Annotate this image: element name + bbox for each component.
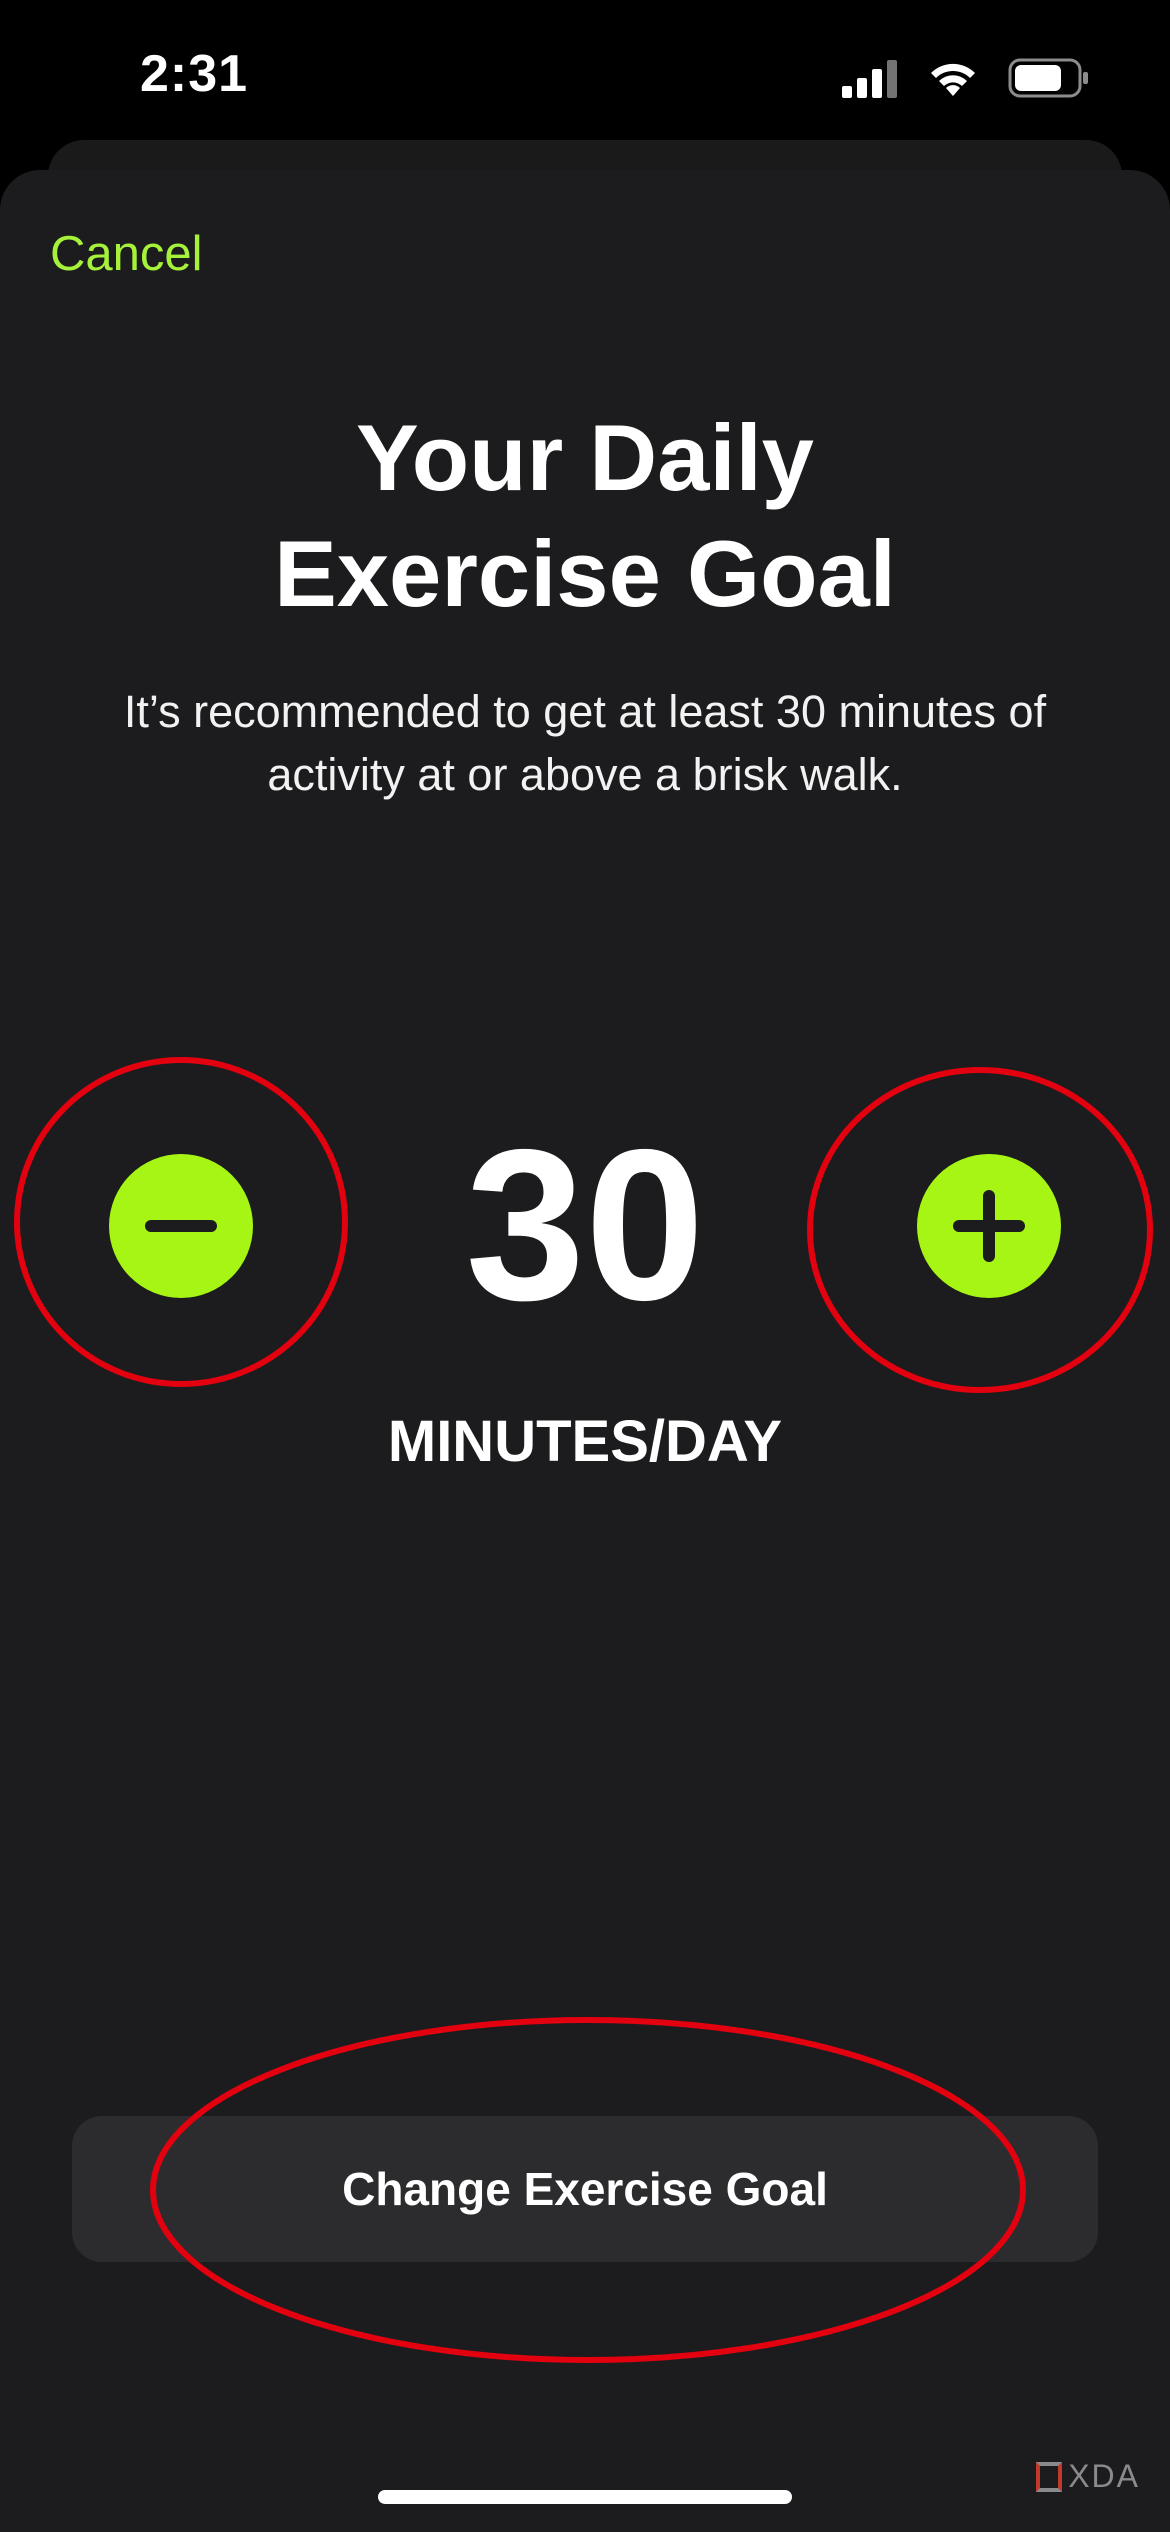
cellular-signal-icon [842,58,898,98]
xda-logo-icon [1036,2461,1063,2492]
description-line-2: activity at or above a brisk walk. [267,749,903,800]
goal-unit-label: MINUTES/DAY [387,1409,783,1474]
status-icons [842,56,1090,100]
xda-watermark: XDA [1036,2458,1140,2495]
description-line-1: It’s recommended to get at least 30 minu… [123,686,1047,737]
page-title: Your Daily Exercise Goal [0,400,1170,632]
wifi-icon [926,58,980,98]
status-bar: 2:31 [0,0,1170,150]
home-indicator[interactable] [378,2490,792,2504]
goal-description: It’s recommended to get at least 30 minu… [60,680,1110,806]
battery-icon [1008,58,1090,98]
goal-value: 30 [465,1104,705,1345]
screen: 2:31 Cancel Your Daily Exercise Goal It’… [0,0,1170,2532]
watermark-text: XDA [1068,2458,1140,2494]
cancel-button[interactable]: Cancel [50,226,203,282]
plus-icon [953,1190,1025,1262]
title-line-2: Exercise Goal [274,521,896,626]
increase-goal-button[interactable] [917,1154,1061,1298]
decrease-goal-button[interactable] [109,1154,253,1298]
minus-icon [145,1220,217,1232]
status-time: 2:31 [140,45,249,103]
change-exercise-goal-button[interactable]: Change Exercise Goal [72,2116,1098,2262]
title-line-1: Your Daily [356,405,814,510]
change-exercise-goal-label: Change Exercise Goal [342,2163,828,2215]
